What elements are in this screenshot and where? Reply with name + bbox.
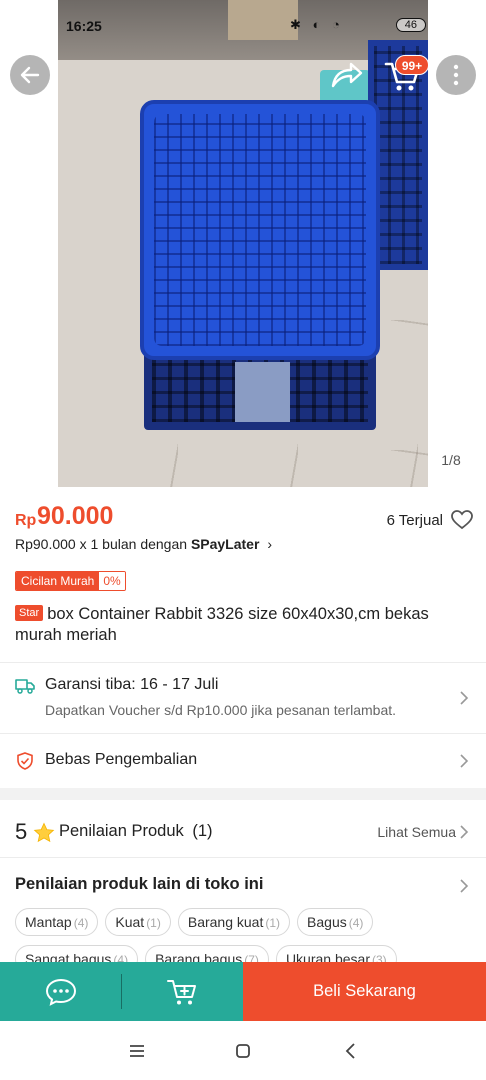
see-all-link[interactable]: Lihat Semua	[377, 824, 456, 840]
nav-back-icon[interactable]	[341, 1041, 361, 1061]
photo-blue-crate	[140, 100, 380, 430]
shipping-title: Garansi tiba: 16 - 17 Juli	[45, 676, 219, 693]
rating-score: 5	[15, 819, 28, 844]
return-title: Bebas Pengembalian	[45, 751, 198, 768]
shop-reviews-title: Penilaian produk lain di toko ini	[15, 875, 264, 893]
chip-count: (1)	[146, 916, 161, 930]
chip-count: (4)	[73, 916, 89, 930]
crate-lid	[140, 100, 380, 360]
sold-count: 6 Terjual	[386, 512, 443, 529]
chevron-right-icon	[460, 825, 469, 839]
review-chip[interactable]: Sangat bagus (4)	[15, 945, 139, 962]
chip-label: Sangat bagus	[25, 951, 112, 962]
status-time: 16:25	[66, 18, 102, 34]
chip-row: Mantap (4) Kuat (1) Barang kuat (1) Bagus (4…	[15, 908, 485, 936]
chip-count: (7)	[244, 953, 259, 962]
chevron-right-icon	[460, 879, 469, 893]
cart-count-badge: 99+	[395, 55, 429, 75]
add-to-cart-icon	[166, 979, 196, 1004]
chip-row: Sangat bagus (4) Barang bagus (7) Ukuran b…	[15, 945, 485, 962]
product-photo[interactable]	[58, 0, 428, 487]
share-icon[interactable]	[330, 60, 364, 90]
chip-count: (4)	[348, 916, 364, 930]
chip-count: (3)	[371, 953, 387, 962]
chevron-right-icon	[460, 754, 469, 768]
image-counter: 1/8	[428, 447, 474, 473]
chat-icon	[45, 978, 76, 1006]
buy-now-button[interactable]: Beli Sekarang	[243, 962, 486, 1021]
more-vertical-icon	[453, 64, 459, 86]
product-rating-row[interactable]: 5 Penilaian Produk (1) Lihat Semua	[0, 804, 486, 858]
crate-label	[235, 362, 290, 422]
shop-reviews-section[interactable]: Penilaian produk lain di toko ini Mantap…	[0, 858, 486, 962]
product-title-text: box Container Rabbit 3326 size 60x40x30,…	[15, 605, 429, 644]
chip-label: Bagus	[307, 914, 347, 930]
installment-badge: Cicilan Murah 0%	[15, 571, 126, 591]
section-separator	[0, 788, 486, 800]
rating-label: Penilaian Produk (1)	[59, 822, 213, 841]
chat-button[interactable]	[0, 962, 121, 1021]
chip-label: Kuat	[115, 914, 145, 930]
bar-separator	[121, 962, 122, 1021]
chevron-right-icon	[460, 691, 469, 705]
chip-label: Ukuran besar	[285, 951, 370, 962]
add-to-cart-button[interactable]	[122, 962, 243, 1021]
review-chip[interactable]: Barang bagus (7)	[145, 945, 269, 962]
installment-label: Cicilan Murah	[16, 572, 100, 590]
product-gallery[interactable]: 16:25 ✱ ◐ ◔ 46 99+ 1/8	[0, 0, 486, 487]
nav-menu-icon[interactable]	[127, 1041, 147, 1061]
chip-count: (4)	[113, 953, 129, 962]
rating-count: (1)	[192, 822, 213, 840]
chip-label: Barang bagus	[155, 951, 243, 962]
divider	[0, 662, 486, 663]
shipping-subtitle: Dapatkan Voucher s/d Rp10.000 jika pesan…	[45, 702, 397, 718]
bottom-action-bar: Beli Sekarang	[0, 962, 486, 1021]
chevron-right-icon: ›	[267, 536, 272, 552]
product-title: Star box Container Rabbit 3326 size 60x40…	[15, 604, 477, 646]
truck-icon	[15, 679, 35, 694]
paylater-link[interactable]: Rp90.000 x 1 bulan dengan SPayLater ›	[15, 536, 272, 552]
price-amount: 90.000	[37, 502, 114, 530]
status-signal: 46	[395, 18, 426, 32]
more-options-button[interactable]	[436, 55, 476, 95]
chip-label: Barang kuat	[187, 914, 264, 930]
back-arrow-icon	[20, 66, 40, 84]
price-row: Rp 90.000 6 Terjual	[15, 502, 475, 534]
system-nav-bar	[0, 1021, 486, 1080]
back-button[interactable]	[10, 55, 50, 95]
star-icon	[33, 822, 55, 843]
review-chip[interactable]: Mantap (4)	[15, 908, 99, 936]
star-seller-badge: Star	[15, 605, 44, 621]
review-chip[interactable]: Kuat (1)	[105, 908, 171, 936]
review-chip[interactable]: Bagus (4)	[297, 908, 374, 936]
price-currency: Rp	[15, 512, 37, 529]
paylater-text: Rp90.000 x 1 bulan dengan	[15, 536, 191, 552]
chip-count: (1)	[265, 916, 281, 930]
status-icons: ✱ ◐ ◔	[290, 17, 344, 32]
shield-icon	[17, 752, 33, 770]
review-chip[interactable]: Ukuran besar (3)	[275, 945, 397, 962]
heart-icon[interactable]	[451, 510, 473, 530]
chip-label: Mantap	[25, 914, 72, 930]
review-chip[interactable]: Barang kuat (1)	[177, 908, 291, 936]
nav-home-icon[interactable]	[233, 1041, 253, 1061]
free-return-row[interactable]: Bebas Pengembalian	[0, 734, 486, 788]
rating-label-text: Penilaian Produk	[59, 822, 184, 840]
review-tag-chips: Mantap (4) Kuat (1) Barang kuat (1) Bagus (4…	[15, 908, 485, 962]
status-bar: 16:25 ✱ ◐ ◔ 46	[58, 14, 428, 40]
shipping-guarantee-row[interactable]: Garansi tiba: 16 - 17 Juli Dapatkan Vouc…	[0, 664, 486, 732]
paylater-brand: SPayLater	[190, 536, 260, 552]
installment-rate: 0%	[99, 572, 125, 590]
